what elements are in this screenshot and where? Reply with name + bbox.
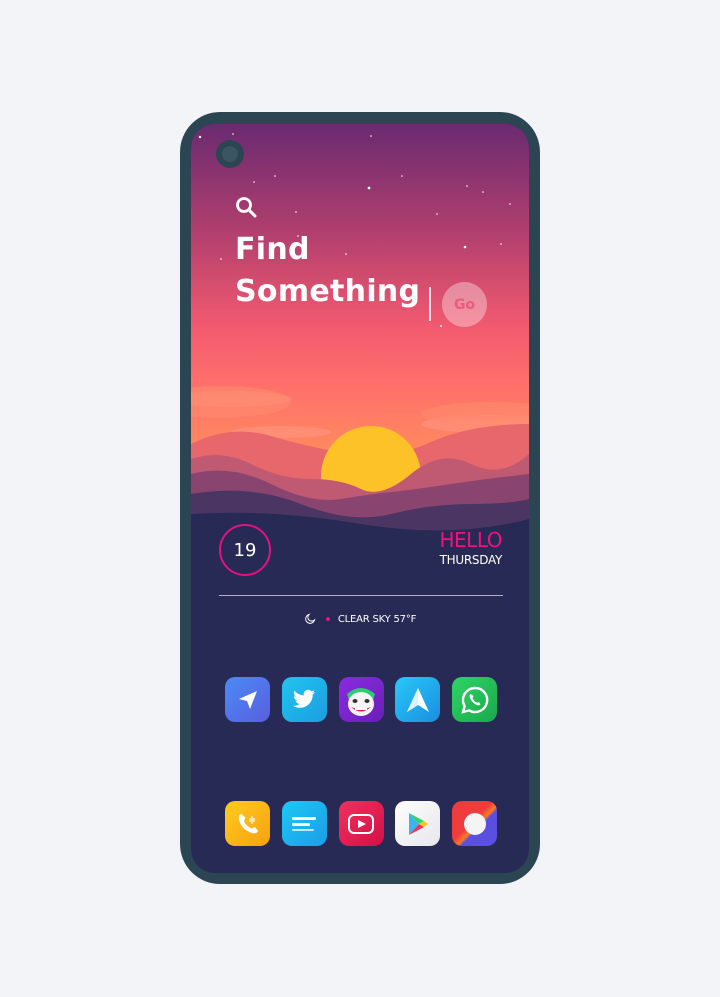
whatsapp-icon[interactable] (452, 677, 497, 722)
twitter-icon[interactable] (281, 677, 327, 722)
greeting-text: HELLO (439, 528, 503, 552)
youtube-icon[interactable] (338, 801, 384, 846)
app-row-2 (225, 801, 497, 846)
telegram-icon[interactable] (225, 677, 270, 722)
play-store-icon[interactable] (395, 801, 441, 846)
messages-icon[interactable] (281, 801, 327, 846)
front-camera (216, 140, 244, 168)
weekday-text: THURSDAY (439, 553, 503, 567)
go-button[interactable]: Go (442, 282, 487, 327)
weather-dot (325, 617, 330, 621)
phone-icon[interactable] (225, 801, 270, 846)
weather-text: CLEAR SKY 57°F (337, 613, 417, 625)
joker-app-icon[interactable] (338, 677, 384, 722)
search-prompt-line2: Something (235, 274, 421, 309)
sunset-scenery (191, 386, 529, 534)
search-icon[interactable] (234, 195, 258, 219)
send-arrow-icon[interactable] (395, 677, 441, 722)
phone-frame: Find Something Go 19 HELLO THURSDAY CLEA… (180, 112, 540, 884)
search-prompt[interactable]: Find Something (235, 229, 420, 313)
moon-icon (305, 613, 316, 624)
app-row-1 (225, 677, 497, 722)
date-badge: 19 (219, 524, 271, 576)
weather-widget: CLEAR SKY 57°F (191, 613, 529, 625)
phone-screen: Find Something Go 19 HELLO THURSDAY CLEA… (191, 124, 529, 873)
search-prompt-line1: Find (235, 232, 310, 267)
divider (219, 595, 503, 596)
chrome-icon[interactable] (452, 801, 497, 846)
text-cursor (429, 287, 431, 321)
